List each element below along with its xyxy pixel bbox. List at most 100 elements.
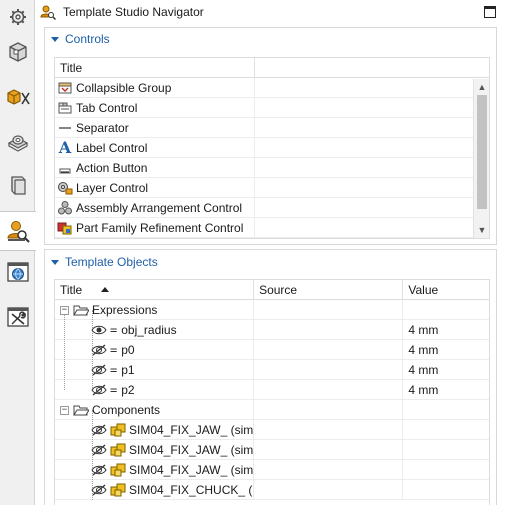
template-studio-navigator-button[interactable] bbox=[0, 211, 36, 251]
expression-row-p1[interactable]: = p1 4 mm bbox=[55, 360, 489, 380]
column-header-source[interactable]: Source bbox=[254, 280, 404, 300]
title-column-label: Title bbox=[60, 283, 83, 297]
navigator-header: Template Studio Navigator bbox=[38, 0, 506, 24]
equals-icon: = bbox=[110, 383, 118, 397]
web-browser-button[interactable] bbox=[3, 257, 32, 287]
controls-grid: Title Collapsible Group Tab Control Sepa… bbox=[54, 57, 490, 239]
component-row[interactable]: SIM04_FIX_CHUCK_ (... bbox=[55, 480, 489, 500]
control-label: Label Control bbox=[76, 141, 148, 155]
eye-visible-icon[interactable] bbox=[91, 322, 107, 338]
equals-icon: = bbox=[110, 363, 118, 377]
eye-hidden-icon[interactable] bbox=[91, 442, 107, 458]
sort-ascending-icon bbox=[101, 287, 109, 292]
maximize-icon[interactable] bbox=[484, 6, 496, 18]
objects-grid-header: Title Source Value bbox=[55, 280, 489, 300]
scroll-down-arrow[interactable]: ▼ bbox=[474, 222, 489, 238]
column-header-value[interactable]: Value bbox=[403, 280, 489, 300]
scroll-up-arrow[interactable]: ▲ bbox=[474, 79, 489, 95]
expression-value: 4 mm bbox=[408, 343, 439, 357]
eye-hidden-icon[interactable] bbox=[91, 482, 107, 498]
eye-hidden-icon[interactable] bbox=[91, 462, 107, 478]
equals-icon: = bbox=[110, 343, 118, 357]
controls-grid-header: Title bbox=[55, 58, 489, 78]
expression-row-p2[interactable]: = p2 4 mm bbox=[55, 380, 489, 400]
template-studio-icon bbox=[40, 4, 56, 20]
separator-icon bbox=[57, 120, 73, 136]
expression-value: 4 mm bbox=[408, 323, 439, 337]
constraint-navigator-button[interactable] bbox=[3, 127, 32, 157]
navigator-title: Template Studio Navigator bbox=[63, 5, 204, 19]
expression-name: p1 bbox=[121, 363, 135, 377]
globe-window-icon bbox=[6, 262, 29, 282]
roles-tools-button[interactable] bbox=[3, 302, 32, 332]
assembly-component-icon bbox=[110, 482, 126, 498]
component-row[interactable]: SIM04_FIX_JAW_ (sim... bbox=[55, 420, 489, 440]
control-label: Assembly Arrangement Control bbox=[76, 201, 243, 215]
settings-gear-button[interactable] bbox=[3, 2, 32, 32]
controls-panel-header[interactable]: Controls bbox=[45, 28, 496, 50]
control-row-collapsible-group[interactable]: Collapsible Group bbox=[55, 78, 489, 98]
control-row-label-control[interactable]: A Label Control bbox=[55, 138, 489, 158]
assembly-arrangement-icon bbox=[57, 200, 73, 216]
expression-value: 4 mm bbox=[408, 363, 439, 377]
template-objects-panel: Template Objects Title Source Value − Ex… bbox=[44, 249, 497, 505]
expression-name: obj_radius bbox=[121, 323, 177, 337]
component-row[interactable]: SIM04_FIX_JAW_ (sim... bbox=[55, 460, 489, 480]
part-cube-icon bbox=[8, 42, 27, 62]
book-library-icon bbox=[10, 176, 26, 195]
control-label: Part Family Refinement Control bbox=[76, 221, 244, 235]
collapse-triangle-icon bbox=[51, 36, 59, 42]
collapse-expander-icon[interactable]: − bbox=[60, 405, 69, 415]
component-row[interactable]: SIM04_FIX_JAW_ (sim... bbox=[55, 440, 489, 460]
layer-control-icon bbox=[57, 180, 73, 196]
eye-hidden-icon[interactable] bbox=[91, 342, 107, 358]
column-header-title[interactable]: Title bbox=[55, 280, 255, 300]
control-row-tab-control[interactable]: Tab Control bbox=[55, 98, 489, 118]
controls-panel-title: Controls bbox=[65, 32, 110, 46]
tree-node-components[interactable]: − Components bbox=[55, 400, 489, 420]
part-navigator-button[interactable] bbox=[3, 37, 32, 67]
template-studio-user-icon bbox=[7, 221, 30, 243]
assembly-component-icon bbox=[110, 422, 126, 438]
eye-hidden-icon[interactable] bbox=[91, 362, 107, 378]
tree-node-label: Components bbox=[92, 403, 161, 417]
column-header-title[interactable]: Title bbox=[55, 58, 255, 78]
component-name: SIM04_FIX_JAW_ (sim... bbox=[129, 463, 255, 477]
collapse-expander-icon[interactable]: − bbox=[60, 305, 69, 315]
tree-node-label: Expressions bbox=[92, 303, 158, 317]
control-label: Separator bbox=[76, 121, 129, 135]
column-header-empty[interactable] bbox=[255, 58, 475, 78]
expression-name: p2 bbox=[121, 383, 135, 397]
reuse-library-button[interactable] bbox=[3, 170, 32, 200]
assembly-constraint-icon bbox=[6, 89, 30, 105]
gear-icon bbox=[9, 9, 26, 25]
control-row-action-button[interactable]: Action Button bbox=[55, 158, 489, 178]
expression-name: p0 bbox=[121, 343, 135, 357]
controls-scrollbar[interactable]: ▲ ▼ bbox=[473, 79, 489, 238]
tools-wrench-icon bbox=[6, 307, 29, 327]
equals-icon: = bbox=[110, 323, 118, 337]
label-control-icon: A bbox=[58, 138, 72, 157]
eye-hidden-icon[interactable] bbox=[91, 382, 107, 398]
assembly-navigator-button[interactable] bbox=[3, 82, 32, 112]
action-button-icon bbox=[57, 160, 73, 176]
control-row-part-family[interactable]: Part Family Refinement Control bbox=[55, 218, 489, 238]
control-row-assembly-arrangement[interactable]: Assembly Arrangement Control bbox=[55, 198, 489, 218]
assembly-component-icon bbox=[110, 462, 126, 478]
expression-row-p0[interactable]: = p0 4 mm bbox=[55, 340, 489, 360]
collapse-triangle-icon bbox=[51, 259, 59, 265]
ring-part-icon bbox=[7, 135, 28, 152]
folder-open-icon bbox=[73, 302, 89, 318]
control-row-layer-control[interactable]: Layer Control bbox=[55, 178, 489, 198]
template-objects-panel-title: Template Objects bbox=[65, 255, 158, 269]
expression-value: 4 mm bbox=[408, 383, 439, 397]
scroll-thumb[interactable] bbox=[477, 95, 487, 209]
tree-node-expressions[interactable]: − Expressions bbox=[55, 300, 489, 320]
expression-row-obj-radius[interactable]: = obj_radius 4 mm bbox=[55, 320, 489, 340]
template-objects-panel-header[interactable]: Template Objects bbox=[45, 251, 496, 273]
control-row-separator[interactable]: Separator bbox=[55, 118, 489, 138]
eye-hidden-icon[interactable] bbox=[91, 422, 107, 438]
template-objects-grid: Title Source Value − Expressions = obj_r… bbox=[54, 279, 490, 505]
resource-bar bbox=[0, 0, 36, 505]
component-name: SIM04_FIX_JAW_ (sim... bbox=[129, 443, 255, 457]
